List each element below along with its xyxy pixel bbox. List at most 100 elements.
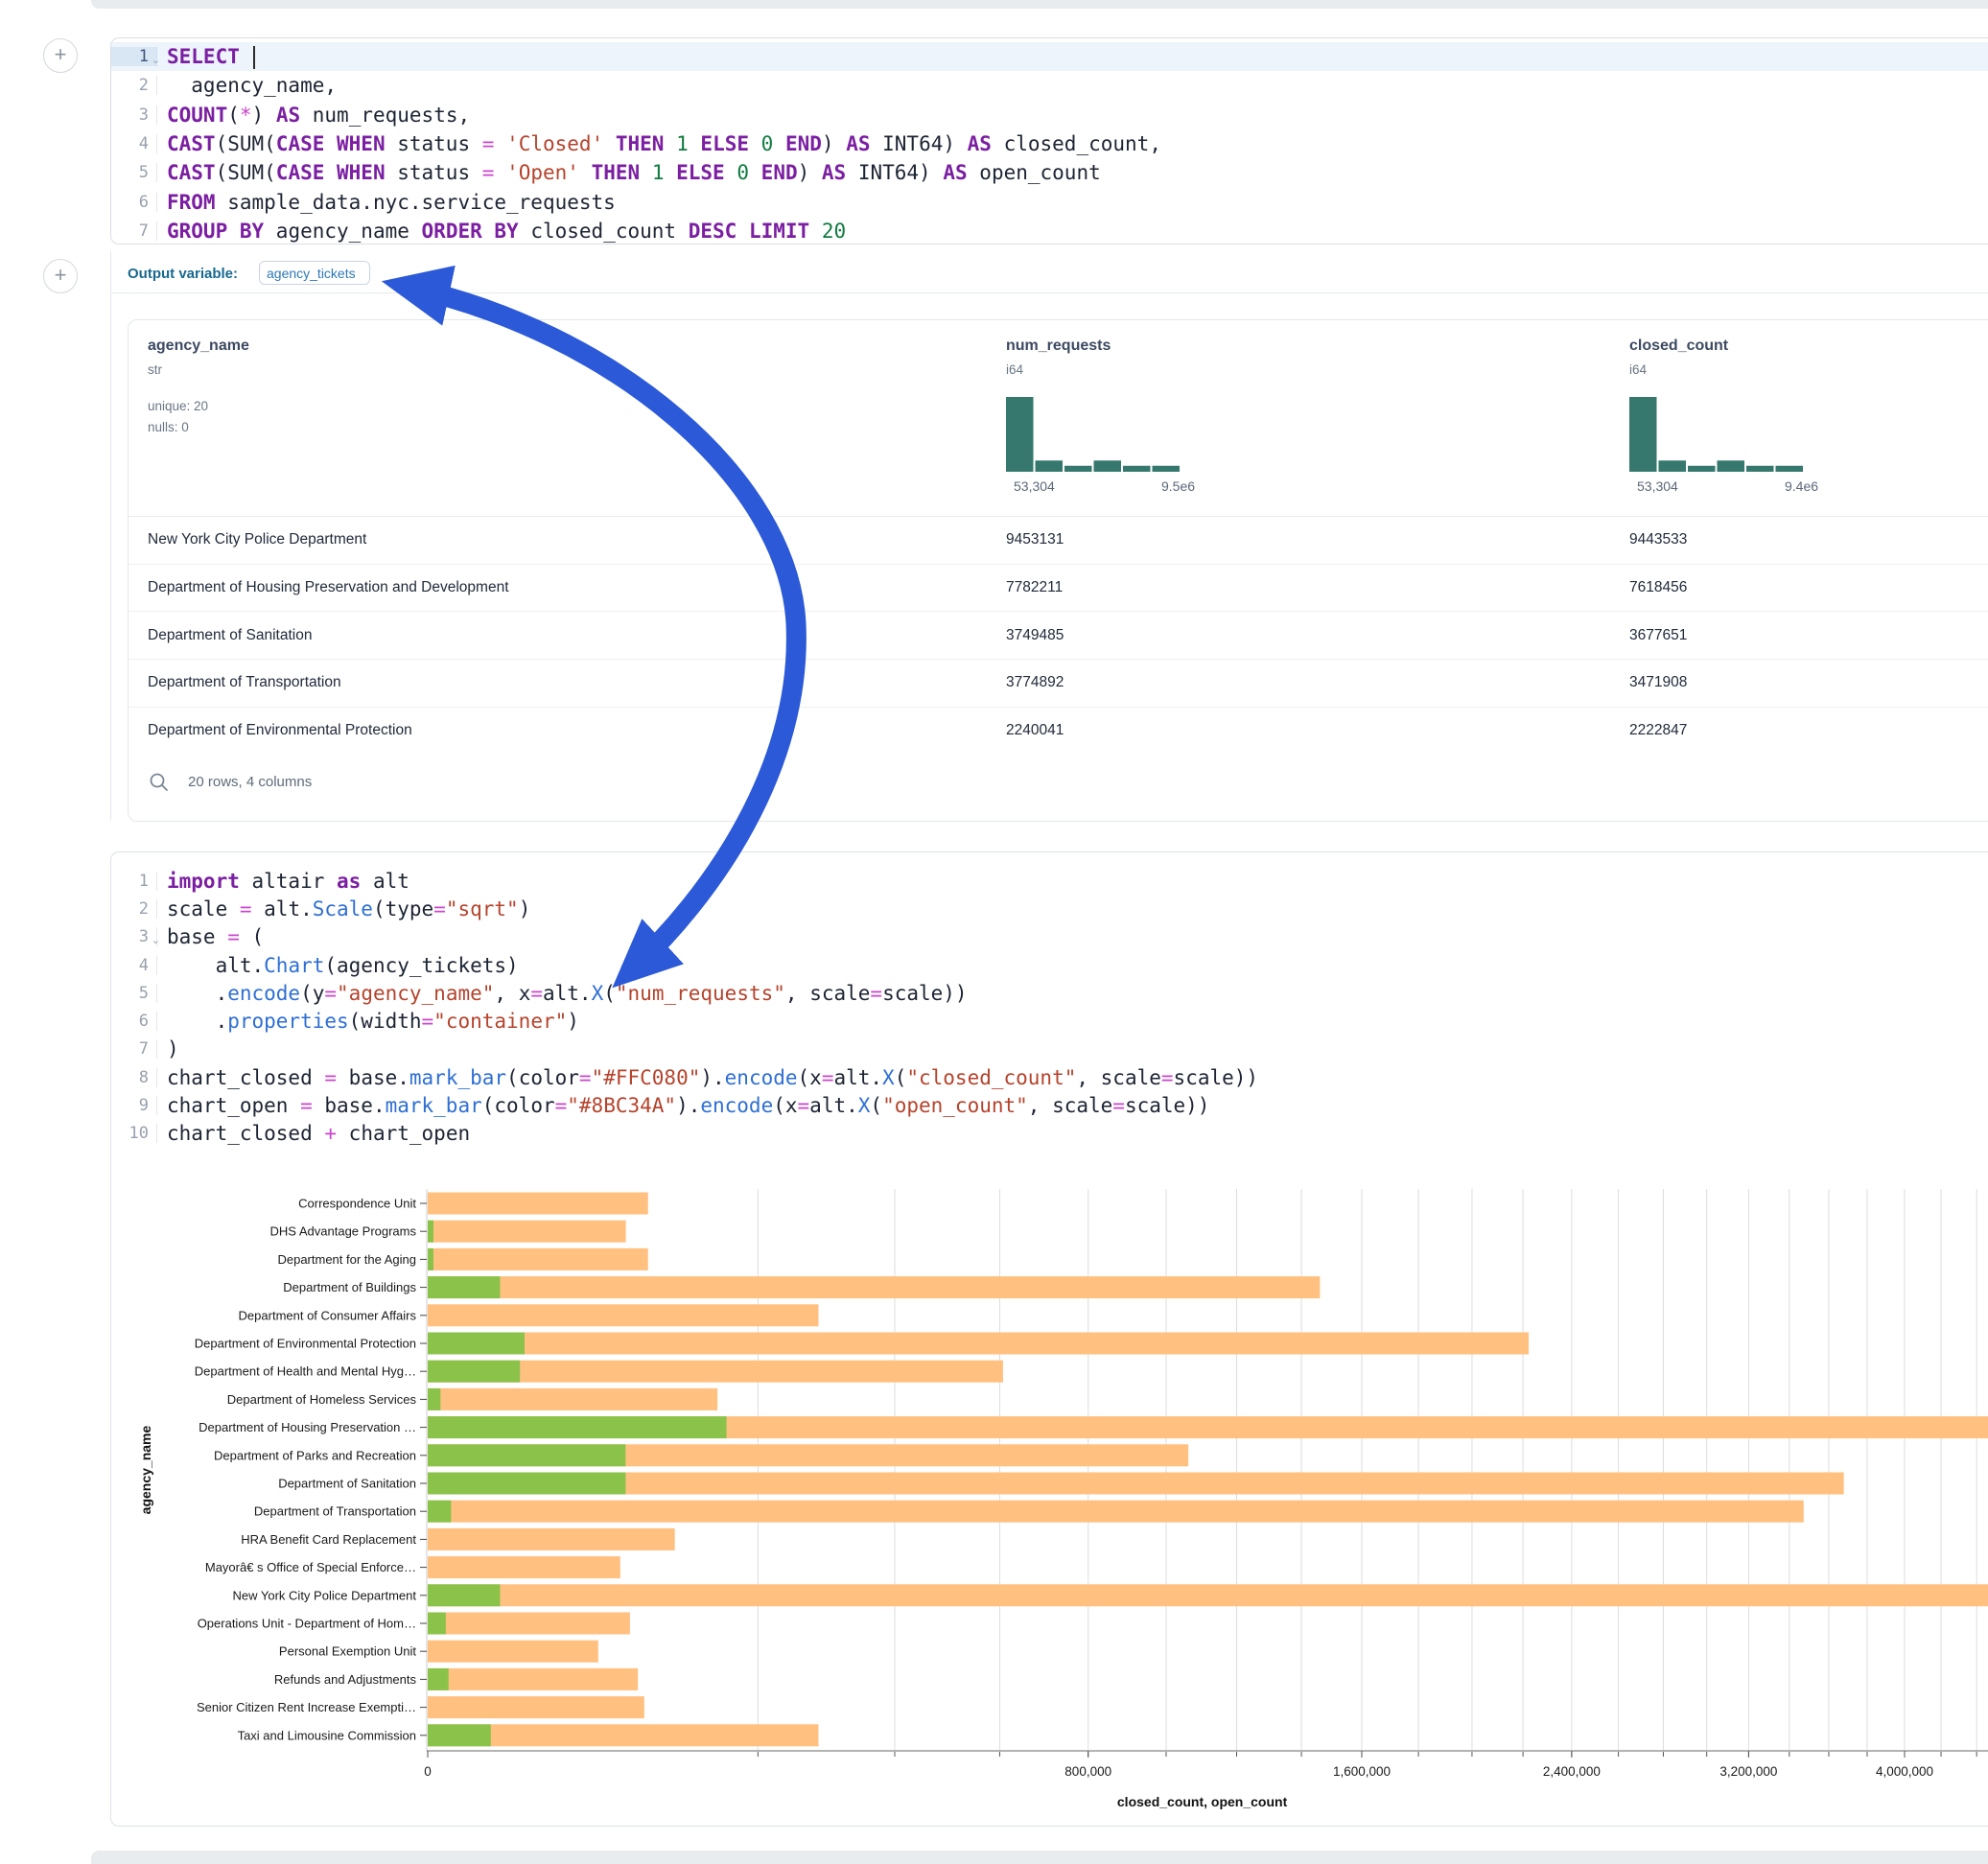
line-number: 3 xyxy=(111,105,157,125)
line-number: 1 xyxy=(111,872,157,891)
output-variable-pill[interactable]: agency_tickets xyxy=(259,261,370,285)
add-cell-button-top[interactable]: + xyxy=(43,38,78,73)
table-cell: Department of Sanitation xyxy=(148,627,312,644)
code-text: GROUP BY agency_name ORDER BY closed_cou… xyxy=(157,220,846,243)
code-text: CAST(SUM(CASE WHEN status = 'Open' THEN … xyxy=(157,161,1101,184)
previous-cell-edge xyxy=(91,0,1988,9)
line-number: 1⌄ xyxy=(111,47,157,66)
code-line-5[interactable]: 5CAST(SUM(CASE WHEN status = 'Open' THEN… xyxy=(111,158,1988,187)
table-row[interactable]: Department of Sanitation 3749485 3677651 xyxy=(129,611,1988,659)
column-type: i64 xyxy=(1629,362,1647,377)
code-text: CAST(SUM(CASE WHEN status = 'Closed' THE… xyxy=(157,132,1161,155)
code-line-9[interactable]: 9chart_open = base.mark_bar(color="#8BC3… xyxy=(111,1091,1988,1119)
code-text: chart_closed = base.mark_bar(color="#FFC… xyxy=(157,1066,1258,1089)
line-number: 3⌄ xyxy=(111,927,157,946)
code-line-7[interactable]: 7GROUP BY agency_name ORDER BY closed_co… xyxy=(111,217,1988,245)
table-cell: Department of Environmental Protection xyxy=(148,722,412,739)
code-line-6[interactable]: 6FROM sample_data.nyc.service_requests xyxy=(111,187,1988,216)
table-cell: 3774892 xyxy=(1006,674,1064,691)
notebook-page: { "colors": { "arrow": "#2b59d8", "hist_… xyxy=(0,0,1988,1864)
sql-cell[interactable]: 1⌄SELECT 2 agency_name,3COUNT(*) AS num_… xyxy=(110,37,1988,245)
histogram-min-label: 53,304 xyxy=(1637,478,1678,494)
code-text: scale = alt.Scale(type="sqrt") xyxy=(157,897,530,920)
code-line-1[interactable]: 1⌄SELECT xyxy=(111,42,1988,71)
code-text: .properties(width="container") xyxy=(157,1010,579,1033)
results-table[interactable]: agency_namestr unique: 20 nulls: 0 num_requ… xyxy=(128,319,1988,822)
column-stat: unique: 20 xyxy=(148,399,208,413)
line-number: 9 xyxy=(111,1096,157,1115)
code-line-2[interactable]: 2 agency_name, xyxy=(111,71,1988,100)
column-histogram xyxy=(1629,397,1812,474)
table-cell: 7782211 xyxy=(1006,579,1063,596)
column-title-closed_count[interactable]: closed_count xyxy=(1629,338,1728,355)
search-icon[interactable] xyxy=(148,771,171,794)
output-header-separator xyxy=(110,292,1988,293)
table-cell: 7618456 xyxy=(1629,579,1687,596)
table-row[interactable]: Department of Housing Preservation and D… xyxy=(129,564,1988,612)
histogram-min-label: 53,304 xyxy=(1014,478,1055,494)
code-line-10[interactable]: 10chart_closed + chart_open xyxy=(111,1120,1988,1148)
code-line-6[interactable]: 6 .properties(width="container") xyxy=(111,1007,1988,1035)
code-text: base = ( xyxy=(157,925,264,948)
next-cell-edge xyxy=(91,1851,1988,1864)
python-cell[interactable]: 1import altair as alt2scale = alt.Scale(… xyxy=(110,851,1988,1827)
code-line-3[interactable]: 3COUNT(*) AS num_requests, xyxy=(111,101,1988,129)
table-footer: 20 rows, 4 columns xyxy=(129,761,1988,819)
column-stat: nulls: 0 xyxy=(148,420,189,434)
code-text: ) xyxy=(157,1037,179,1060)
table-cell: New York City Police Department xyxy=(148,531,366,548)
table-cell: 3749485 xyxy=(1006,627,1064,644)
code-text: FROM sample_data.nyc.service_requests xyxy=(157,191,616,214)
line-number: 2 xyxy=(111,899,157,919)
line-number: 7 xyxy=(111,221,157,241)
column-title-agency_name[interactable]: agency_name xyxy=(148,338,249,355)
fold-chevron-icon[interactable]: ⌄ xyxy=(152,54,160,66)
code-line-8[interactable]: 8chart_closed = base.mark_bar(color="#FF… xyxy=(111,1063,1988,1091)
line-number: 7 xyxy=(111,1039,157,1059)
column-type: str xyxy=(148,362,162,377)
fold-chevron-icon[interactable]: ⌄ xyxy=(152,934,160,946)
column-title-num_requests[interactable]: num_requests xyxy=(1006,338,1111,355)
line-number: 2 xyxy=(111,76,157,95)
code-text: chart_closed + chart_open xyxy=(157,1122,470,1145)
output-variable-label: Output variable: xyxy=(128,266,238,282)
code-text: SELECT xyxy=(157,45,255,69)
code-line-4[interactable]: 4CAST(SUM(CASE WHEN status = 'Closed' TH… xyxy=(111,129,1988,158)
code-text: import altair as alt xyxy=(157,870,409,893)
histogram-max-label: 9.5e6 xyxy=(1161,478,1195,494)
code-line-4[interactable]: 4 alt.Chart(agency_tickets) xyxy=(111,951,1988,979)
table-cell: 3677651 xyxy=(1629,627,1687,644)
table-cell: 9453131 xyxy=(1006,531,1064,548)
table-row[interactable]: Department of Environmental Protection 22… xyxy=(129,707,1988,755)
line-number: 6 xyxy=(111,193,157,212)
python-editor[interactable]: 1import altair as alt2scale = alt.Scale(… xyxy=(111,867,1988,1148)
line-number: 10 xyxy=(111,1124,157,1143)
table-cell: 3471908 xyxy=(1629,674,1687,691)
table-cell: Department of Housing Preservation and D… xyxy=(148,579,509,596)
line-number: 6 xyxy=(111,1012,157,1031)
add-cell-button-middle[interactable]: + xyxy=(43,259,78,293)
column-type: i64 xyxy=(1006,362,1023,377)
line-number: 5 xyxy=(111,163,157,182)
code-text: COUNT(*) AS num_requests, xyxy=(157,104,470,127)
line-number: 4 xyxy=(111,956,157,975)
table-row-count: 20 rows, 4 columns xyxy=(188,774,312,790)
table-cell: 9443533 xyxy=(1629,531,1687,548)
code-line-2[interactable]: 2scale = alt.Scale(type="sqrt") xyxy=(111,895,1988,922)
code-line-5[interactable]: 5 .encode(y="agency_name", x=alt.X("num_… xyxy=(111,979,1988,1007)
sql-editor[interactable]: 1⌄SELECT 2 agency_name,3COUNT(*) AS num_… xyxy=(111,42,1988,245)
table-row[interactable]: New York City Police Department 9453131 94… xyxy=(129,517,1988,564)
table-cell: Department of Transportation xyxy=(148,674,341,691)
table-row[interactable]: Department of Transportation 3774892 34719… xyxy=(129,659,1988,707)
column-histogram xyxy=(1006,397,1188,474)
table-cell: 2222847 xyxy=(1629,722,1687,739)
code-line-1[interactable]: 1import altair as alt xyxy=(111,867,1988,895)
code-text: chart_open = base.mark_bar(color="#8BC34… xyxy=(157,1094,1209,1117)
code-text: .encode(y="agency_name", x=alt.X("num_re… xyxy=(157,982,968,1005)
line-number: 4 xyxy=(111,134,157,153)
histogram-max-label: 9.4e6 xyxy=(1785,478,1818,494)
line-number: 5 xyxy=(111,984,157,1003)
code-line-7[interactable]: 7) xyxy=(111,1036,1988,1063)
code-line-3[interactable]: 3⌄base = ( xyxy=(111,923,1988,951)
output-cell-left-border xyxy=(110,251,111,820)
